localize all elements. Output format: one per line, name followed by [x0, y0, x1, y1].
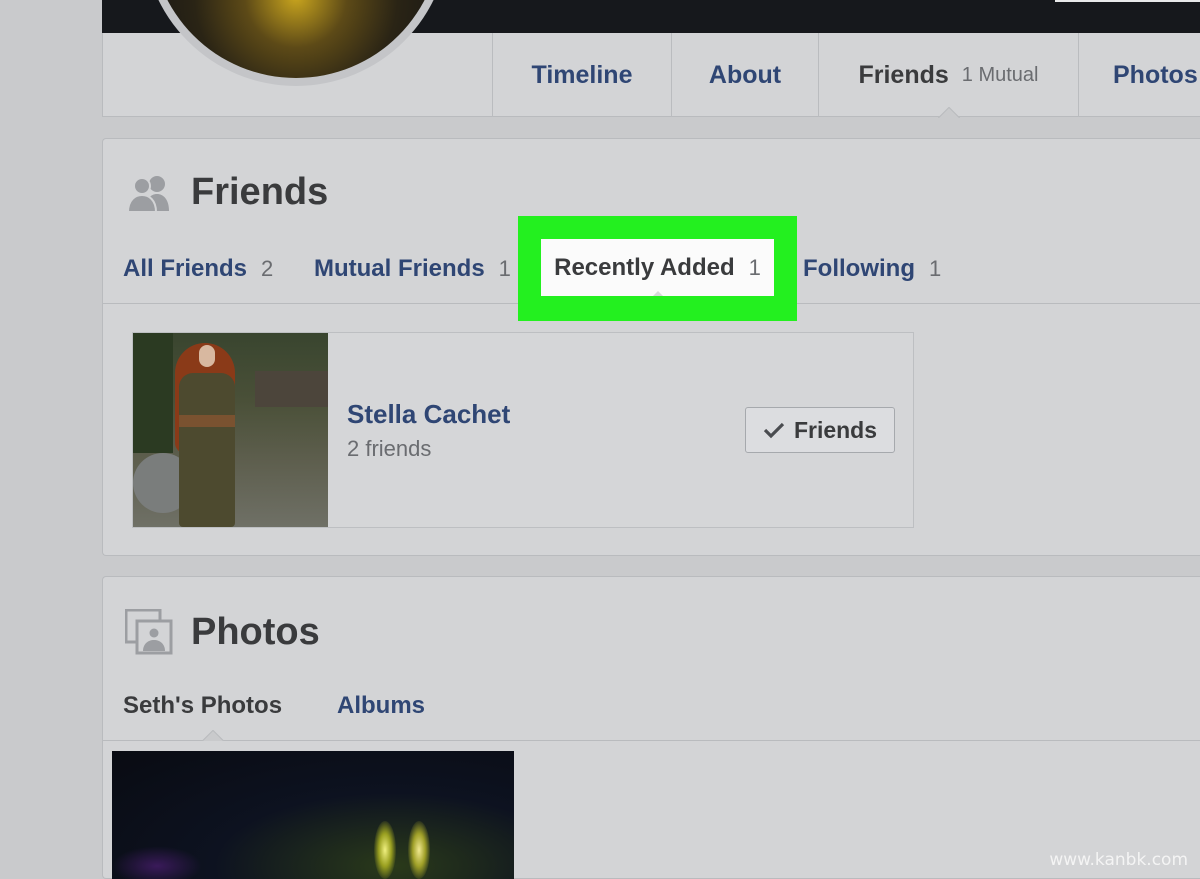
watermark: www.kanbk.com: [1049, 850, 1188, 870]
subtab-recently-added[interactable]: Recently Added 1: [541, 239, 774, 296]
friend-mutual-count: 2 friends: [347, 436, 432, 461]
subtab-seths-photos[interactable]: Seth's Photos: [123, 672, 282, 740]
friends-status-button[interactable]: Friends: [745, 407, 895, 453]
friend-photo[interactable]: [133, 333, 328, 527]
photos-subtabs: Seth's Photos Albums: [103, 672, 1200, 741]
friend-name-link[interactable]: Stella Cachet: [347, 399, 510, 430]
tab-label: Timeline: [531, 60, 633, 89]
subtab-label: All Friends: [123, 255, 248, 282]
tab-label: About: [708, 60, 782, 89]
subtab-following[interactable]: Following 1: [803, 235, 941, 303]
subtab-count: 1: [498, 256, 511, 281]
friends-icon: [125, 173, 173, 213]
subtab-count: 2: [261, 256, 274, 281]
friends-title: Friends: [191, 171, 329, 213]
friends-button-label: Friends: [793, 416, 878, 443]
photos-header: Photos: [125, 609, 320, 655]
subtab-mutual-friends[interactable]: Mutual Friends 1: [314, 235, 511, 303]
tab-count: 1 Mutual: [961, 63, 1039, 86]
active-tab-caret: [938, 107, 960, 118]
tab-label: Photos: [1113, 60, 1198, 89]
photos-icon: [125, 609, 173, 655]
photo-thumbnail[interactable]: [112, 751, 514, 879]
tab-timeline[interactable]: Timeline: [492, 33, 671, 117]
active-subtab-caret: [652, 291, 663, 296]
subtab-count: 1: [928, 256, 942, 281]
search-bar-edge[interactable]: [1055, 0, 1200, 2]
subtab-label: Albums: [337, 692, 426, 719]
subtab-label: Mutual Friends: [314, 255, 485, 282]
friend-list-item: Stella Cachet 2 friends Friends: [132, 332, 914, 528]
subtab-albums[interactable]: Albums: [337, 672, 425, 740]
subtab-count: 1: [748, 254, 761, 280]
subtab-all-friends[interactable]: All Friends 2: [123, 235, 273, 303]
photos-title: Photos: [191, 610, 320, 653]
subtab-label: Following: [803, 255, 915, 282]
active-subtab-caret: [202, 730, 224, 741]
checkmark-icon: [763, 421, 785, 439]
subtab-label: Seth's Photos: [123, 692, 283, 719]
subtab-label: Recently Added: [554, 253, 735, 281]
tab-friends[interactable]: Friends 1 Mutual: [818, 33, 1078, 117]
friends-header: Friends: [125, 171, 328, 214]
profile-nav-tabs: Timeline About Friends 1 Mutual Photos: [492, 33, 1200, 117]
tab-label: Friends: [858, 60, 949, 89]
tab-photos[interactable]: Photos: [1078, 33, 1200, 117]
tab-about[interactable]: About: [671, 33, 818, 117]
highlight-box: Recently Added 1: [518, 216, 797, 321]
